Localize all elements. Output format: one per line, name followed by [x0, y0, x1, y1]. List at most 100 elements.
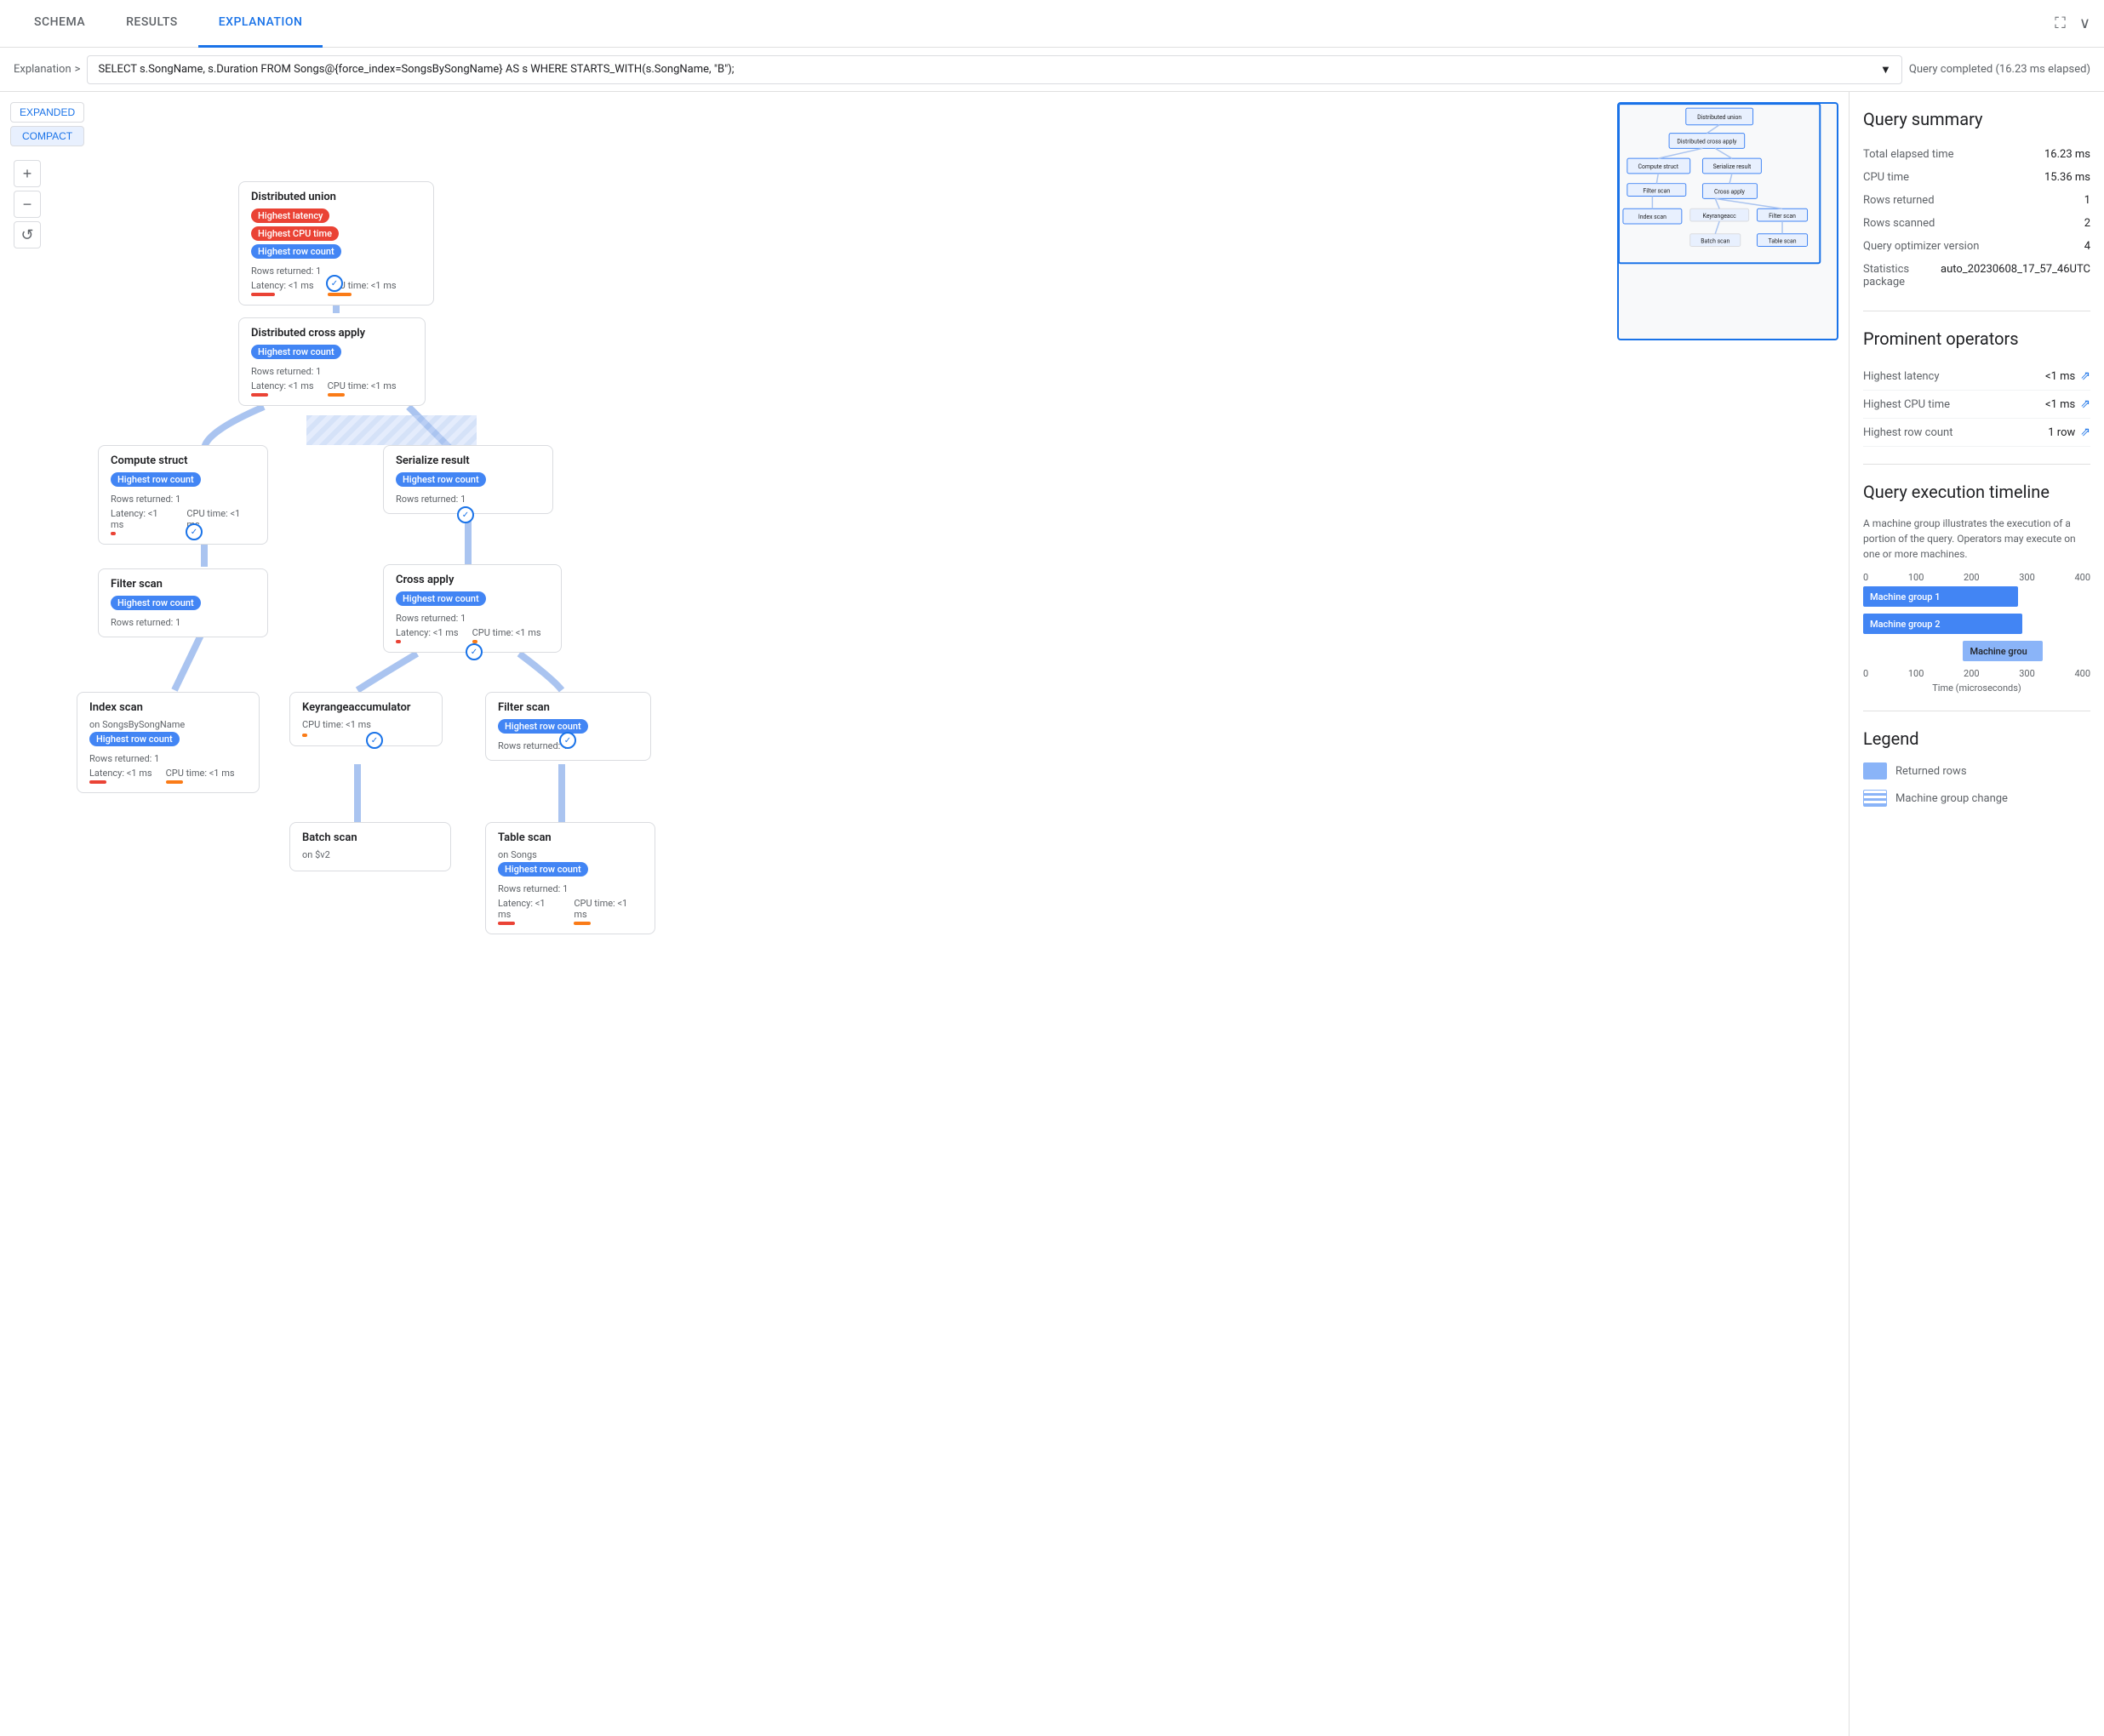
- query-select[interactable]: SELECT s.SongName, s.Duration FROM Songs…: [87, 55, 1901, 84]
- timeline-axis-unit: Time (microseconds): [1863, 682, 2090, 694]
- legend-box-striped: [1863, 790, 1887, 807]
- legend-item-returned-rows: Returned rows: [1863, 762, 2090, 779]
- zoom-reset-button[interactable]: ↺: [14, 221, 41, 248]
- axis-0: 0: [1863, 572, 1868, 583]
- op-row-latency: Highest latency <1 ms ⇗: [1863, 363, 2090, 391]
- legend-item-machine-group: Machine group change: [1863, 790, 2090, 807]
- link-icon-rowcount[interactable]: ⇗: [2080, 425, 2090, 439]
- zoom-controls: + − ↺: [14, 160, 41, 248]
- stat-value-stats-pkg: auto_20230608_17_57_46UTC: [1941, 263, 2090, 288]
- op-value-rowcount: 1 row ⇗: [2048, 425, 2090, 439]
- node-cs-metrics: Latency: <1 ms CPU time: <1 ms: [111, 508, 255, 535]
- is-cpu-bar: [166, 780, 183, 784]
- query-summary-title: Query summary: [1863, 109, 2090, 129]
- node-filter-scan-bottom[interactable]: Filter scan Highest row count Rows retur…: [485, 692, 651, 761]
- node-cross-apply[interactable]: Cross apply Highest row count Rows retur…: [383, 564, 562, 653]
- query-status: Query completed (16.23 ms elapsed): [1909, 63, 2090, 76]
- breadcrumb-arrow: >: [75, 63, 81, 76]
- node-dca-rows: Rows returned: 1: [251, 366, 413, 377]
- expanded-button[interactable]: EXPANDED: [10, 102, 84, 123]
- machine-group-2-row: Machine group 2: [1863, 614, 2090, 634]
- node-compute-struct[interactable]: Compute struct Highest row count Rows re…: [98, 445, 268, 545]
- stat-value-rows-returned: 1: [2084, 194, 2090, 207]
- timeline-axis-bottom: 0 100 200 300 400: [1863, 668, 2090, 679]
- machine-group-1-bar: Machine group 1: [1863, 586, 2018, 607]
- svg-text:Index scan: Index scan: [1638, 214, 1667, 220]
- tab-results[interactable]: RESULTS: [106, 0, 198, 48]
- badge-highest-row-fst: Highest row count: [111, 596, 201, 610]
- op-row-cpu: Highest CPU time <1 ms ⇗: [1863, 391, 2090, 419]
- expand-icon[interactable]: ∨: [2079, 14, 2090, 32]
- badge-highest-row-fsb: Highest row count: [498, 719, 588, 734]
- legend-label-returned-rows: Returned rows: [1895, 765, 1967, 778]
- badge-highest-row-sr: Highest row count: [396, 472, 486, 487]
- stat-row-stats-pkg: Statistics package auto_20230608_17_57_4…: [1863, 258, 2090, 294]
- node-is-rows: Rows returned: 1: [89, 753, 247, 764]
- svg-text:Cross apply: Cross apply: [1714, 189, 1746, 196]
- chevron-fsb: ✓: [559, 732, 576, 749]
- ts-cpu-bar: [574, 922, 591, 925]
- badge-highest-row-du: Highest row count: [251, 244, 341, 259]
- node-cs-title: Compute struct: [111, 454, 255, 467]
- chevron-sr-ca: ✓: [457, 506, 474, 523]
- node-ca-rows: Rows returned: 1: [396, 613, 549, 624]
- compact-button[interactable]: COMPACT: [10, 126, 84, 146]
- cs-latency-bar: [111, 532, 116, 535]
- stat-label-cpu: CPU time: [1863, 171, 1909, 184]
- zoom-out-button[interactable]: −: [14, 191, 41, 218]
- chevron-ka: ✓: [366, 732, 383, 749]
- axis-b-200: 200: [1964, 668, 1980, 679]
- view-controls: EXPANDED COMPACT: [10, 102, 84, 146]
- node-serialize-result[interactable]: Serialize result Highest row count Rows …: [383, 445, 553, 514]
- minimap-svg: Distributed union Distributed cross appl…: [1619, 104, 1837, 339]
- node-sr-rows: Rows returned: 1: [396, 494, 540, 505]
- machine-group-2-bar: Machine group 2: [1863, 614, 2022, 634]
- tab-schema[interactable]: SCHEMA: [14, 0, 106, 48]
- svg-text:Batch scan: Batch scan: [1701, 238, 1730, 245]
- divider-2: [1863, 464, 2090, 465]
- badge-highest-row-cs: Highest row count: [111, 472, 201, 487]
- node-table-scan[interactable]: Table scan on Songs Highest row count Ro…: [485, 822, 655, 934]
- svg-text:Compute struct: Compute struct: [1638, 163, 1679, 170]
- node-fst-title: Filter scan: [111, 578, 255, 591]
- du-cpu-bar: [328, 293, 352, 296]
- axis-300: 300: [2019, 572, 2035, 583]
- op-label-cpu: Highest CPU time: [1863, 398, 1950, 411]
- fullscreen-icon[interactable]: ⛶: [2055, 14, 2066, 32]
- node-index-scan[interactable]: Index scan on SongsBySongName Highest ro…: [77, 692, 260, 793]
- main-content: EXPANDED COMPACT + − ↺: [0, 92, 2104, 1736]
- diagram-area: Distributed union Highest latency Highes…: [51, 92, 1849, 1736]
- minimap[interactable]: Distributed union Distributed cross appl…: [1617, 102, 1838, 340]
- node-ts-metrics: Latency: <1 ms CPU time: <1 ms: [498, 898, 643, 925]
- stat-row-rows-returned: Rows returned 1: [1863, 189, 2090, 212]
- badge-highest-row-is: Highest row count: [89, 732, 180, 746]
- stat-label-rows-returned: Rows returned: [1863, 194, 1935, 207]
- link-icon-cpu[interactable]: ⇗: [2080, 397, 2090, 411]
- timeline-axis-top: 0 100 200 300 400: [1863, 572, 2090, 583]
- header-tabs: SCHEMA RESULTS EXPLANATION ⛶ ∨: [0, 0, 2104, 48]
- link-icon-latency[interactable]: ⇗: [2080, 369, 2090, 383]
- stat-row-optimizer: Query optimizer version 4: [1863, 235, 2090, 258]
- legend-box-solid: [1863, 762, 1887, 779]
- stat-row-cpu: CPU time 15.36 ms: [1863, 166, 2090, 189]
- badge-highest-row-dca: Highest row count: [251, 345, 341, 359]
- query-bar: Explanation > SELECT s.SongName, s.Durat…: [0, 48, 2104, 92]
- node-sr-title: Serialize result: [396, 454, 540, 467]
- svg-text:Distributed cross apply: Distributed cross apply: [1677, 138, 1737, 145]
- du-latency-bar: [251, 293, 275, 296]
- legend-title: Legend: [1863, 728, 2090, 749]
- stat-label-rows-scanned: Rows scanned: [1863, 217, 1935, 230]
- tab-explanation[interactable]: EXPLANATION: [198, 0, 323, 48]
- chevron-ca: ✓: [466, 643, 483, 660]
- query-summary-stats: Total elapsed time 16.23 ms CPU time 15.…: [1863, 143, 2090, 294]
- node-distributed-cross-apply[interactable]: Distributed cross apply Highest row coun…: [238, 317, 426, 406]
- zoom-in-button[interactable]: +: [14, 160, 41, 187]
- op-label-latency: Highest latency: [1863, 370, 1940, 383]
- badge-highest-row-ca: Highest row count: [396, 591, 486, 606]
- badge-highest-cpu: Highest CPU time: [251, 226, 339, 241]
- axis-100: 100: [1908, 572, 1924, 583]
- node-batch-scan[interactable]: Batch scan on $v2: [289, 822, 451, 871]
- node-filter-scan-top[interactable]: Filter scan Highest row count Rows retur…: [98, 568, 268, 637]
- svg-text:Filter scan: Filter scan: [1769, 213, 1796, 220]
- breadcrumb-label: Explanation: [14, 63, 71, 76]
